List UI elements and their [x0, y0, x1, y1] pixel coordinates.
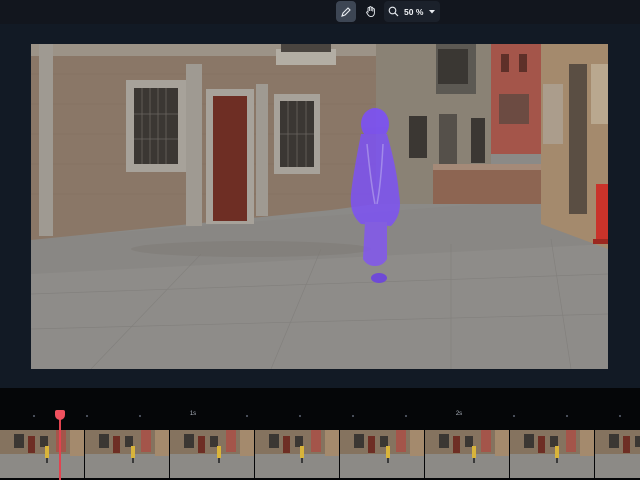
- canvas-stage[interactable]: [0, 24, 640, 388]
- thumbnail-frame-image: [170, 430, 254, 478]
- playhead-marker-icon[interactable]: [55, 410, 65, 420]
- zoom-dropdown[interactable]: 50 %: [384, 1, 440, 22]
- ruler-tick: [352, 415, 354, 417]
- ruler-tick: [513, 415, 515, 417]
- thumbnail-frame-image: [0, 430, 84, 478]
- video-frame[interactable]: [31, 44, 608, 369]
- thumbnail-frame-image: [85, 430, 169, 478]
- thumbnail-frame-image: [595, 430, 640, 478]
- timeline-panel[interactable]: 1s 2s: [0, 388, 640, 480]
- timeline-thumbnail[interactable]: [170, 430, 254, 478]
- video-frame-image: [31, 44, 608, 369]
- pen-tool-button[interactable]: [336, 1, 356, 22]
- ruler-tick: [33, 415, 35, 417]
- playhead-line[interactable]: [59, 412, 61, 480]
- timeline-thumbnail[interactable]: [340, 430, 424, 478]
- time-label-1s: 1s: [189, 411, 197, 417]
- pen-icon: [341, 6, 351, 17]
- thumbnail-frame-image: [425, 430, 509, 478]
- zoom-level-value: 50 %: [404, 6, 424, 17]
- timeline-thumbnail[interactable]: [255, 430, 339, 478]
- hand-tool-button[interactable]: [360, 1, 380, 22]
- ruler-tick: [619, 415, 621, 417]
- timeline-thumbnail[interactable]: [510, 430, 594, 478]
- ruler-tick: [405, 415, 407, 417]
- time-ruler[interactable]: 1s 2s: [0, 410, 640, 422]
- timeline-thumbnail[interactable]: [425, 430, 509, 478]
- ruler-tick: [86, 415, 88, 417]
- timeline-thumbnail[interactable]: [85, 430, 169, 478]
- thumbnail-frame-image: [255, 430, 339, 478]
- chevron-down-icon: [429, 9, 436, 13]
- magnifier-icon: [388, 6, 399, 17]
- thumbnail-frame-image: [510, 430, 594, 478]
- time-label-2s: 2s: [455, 411, 463, 417]
- timeline-thumbnail[interactable]: [595, 430, 640, 478]
- timeline-thumbnail[interactable]: [0, 430, 84, 478]
- top-toolbar: 50 %: [0, 0, 640, 24]
- hand-icon: [365, 6, 375, 18]
- thumbnail-frame-image: [340, 430, 424, 478]
- ruler-tick: [139, 415, 141, 417]
- ruler-tick: [246, 415, 248, 417]
- ruler-tick: [299, 415, 301, 417]
- ruler-tick: [566, 415, 568, 417]
- thumbnail-strip[interactable]: [0, 430, 640, 478]
